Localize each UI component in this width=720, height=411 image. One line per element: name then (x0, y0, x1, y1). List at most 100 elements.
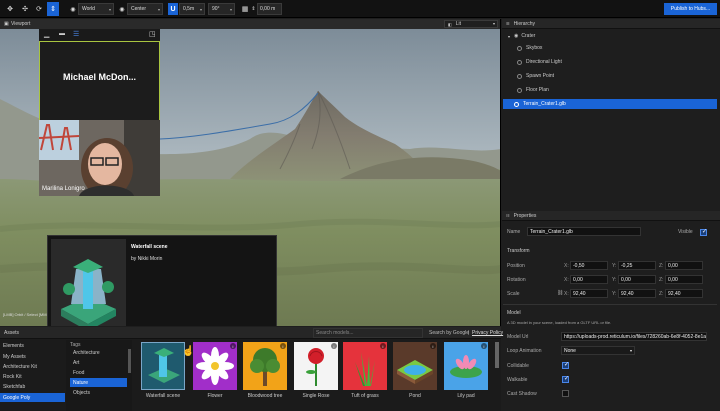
category-elements[interactable]: Elements (0, 341, 65, 350)
category-sketchfab[interactable]: Sketchfab (0, 382, 65, 391)
scene-icon: ◉ (514, 33, 519, 39)
snap-angle-select[interactable]: 90° ▾ (208, 3, 235, 15)
scale-z-input[interactable]: 92,40 (665, 289, 703, 298)
asset-label-bloodwood-tree: Bloodwood tree (247, 393, 283, 399)
cast-shadow-checkbox[interactable] (562, 390, 569, 397)
viewport-panel: ▣ Viewport ◧ Lit ▾ ▁ ▬ ☰ ◳ Michael McDon… (0, 19, 501, 326)
waterfall-icon (148, 348, 180, 383)
scale-y-input[interactable]: 92,40 (618, 289, 656, 298)
asset-flower[interactable]: i (193, 342, 237, 390)
loop-animation-select[interactable]: None ▾ (561, 346, 635, 355)
viewport-hint-text: [LMB] Orbit / Select [MMB] Pan [RMB] Fly (3, 312, 47, 317)
assets-scrollbar[interactable] (495, 342, 499, 368)
participant-video-marilina[interactable]: Marilina Lonigro (39, 120, 160, 196)
participant-tile-michael[interactable]: Michael McDon... (39, 41, 160, 121)
info-icon[interactable]: i (331, 343, 337, 349)
collidable-checkbox[interactable] (562, 361, 569, 369)
top-toolbar: ✥ ✣ ⟳ ⇕ ◉ World ▾ ◉ Center ▾ U 0,5m ▾ 90° ▾ … (0, 0, 720, 18)
tags-scrollbar[interactable] (128, 349, 131, 373)
asset-waterfall-scene[interactable] (141, 342, 185, 390)
info-icon[interactable]: i (230, 343, 236, 349)
minimize-icon[interactable]: ▁ (44, 30, 49, 38)
category-architecture-kit[interactable]: Architecture Kit (0, 362, 65, 371)
hierarchy-item-label: Skybox (526, 45, 543, 51)
position-x-input[interactable]: -0,50 (570, 261, 608, 270)
asset-tuft-of-grass[interactable]: i (343, 342, 387, 390)
viewport-icon: ▣ (4, 21, 9, 27)
collapse-icon[interactable]: ▾ (508, 34, 510, 39)
category-rock-kit[interactable]: Rock Kit (0, 372, 65, 381)
category-google-poly[interactable]: Google Poly (0, 393, 65, 402)
info-icon[interactable]: i (481, 343, 487, 349)
chevron-down-icon: ▾ (492, 21, 495, 26)
scale-label: Scale (507, 291, 520, 297)
pivot-select[interactable]: Center ▾ (127, 3, 163, 15)
snap-distance-select[interactable]: 0,5m ▾ (179, 3, 205, 15)
publish-button[interactable]: Publish to Hubs... (664, 3, 717, 15)
asset-bloodwood-tree[interactable]: i (243, 342, 287, 390)
assets-title: Assets (4, 329, 20, 336)
mouse-cursor-icon: ☝ (182, 346, 195, 357)
properties-icon: ☷ (506, 213, 510, 218)
transform-space-select[interactable]: World ▾ (78, 3, 114, 15)
node-icon (517, 87, 522, 93)
category-my-assets[interactable]: My Assets (0, 352, 65, 361)
properties-title: Properties (513, 212, 537, 219)
hierarchy-item-terrain[interactable]: Terrain_Crater1.glb (503, 99, 717, 109)
hierarchy-root[interactable]: ▾ ◉ Crater (503, 31, 717, 41)
grid-arrows-icon[interactable]: ⇕ (251, 2, 256, 16)
snap-distance-value: 0,5m (183, 6, 195, 12)
tile-view-icon[interactable]: ▬ (59, 31, 65, 37)
z-axis-label: Z: (659, 291, 664, 297)
asset-lily-pad[interactable]: i (444, 342, 488, 390)
chevron-down-icon: ▾ (157, 6, 160, 12)
hierarchy-item-spawn-point[interactable]: Spawn Point (503, 71, 717, 81)
hierarchy-item-label: Terrain_Crater1.glb (523, 101, 566, 107)
position-z-input[interactable]: 0,00 (665, 261, 703, 270)
render-mode-select[interactable]: ◧ Lit ▾ (444, 20, 498, 28)
asset-single-rose[interactable]: i (294, 342, 338, 390)
grid-icon[interactable]: ▦ (240, 2, 250, 16)
privacy-policy-link[interactable]: Privacy Policy (472, 330, 503, 336)
hierarchy-item-skybox[interactable]: Skybox (503, 43, 717, 53)
divider (503, 304, 717, 305)
asset-label-pond: Pond (409, 393, 421, 399)
model-url-input[interactable]: https://uploads-prod.reticulum.io/files/… (561, 332, 707, 341)
tag-nature[interactable]: Nature (70, 378, 127, 387)
visible-checkbox[interactable] (700, 228, 707, 236)
grid-height-field[interactable]: 0,00 m (257, 3, 282, 15)
tag-food[interactable]: Food (70, 368, 127, 377)
rotation-z-input[interactable]: 0,00 (665, 275, 703, 284)
info-icon[interactable]: i (430, 343, 436, 349)
hierarchy-item-directional-light[interactable]: Directional Light (503, 57, 717, 67)
tag-objects[interactable]: Objects (70, 388, 127, 397)
info-icon[interactable]: i (280, 343, 286, 349)
asset-search-input[interactable]: Search models... (313, 328, 423, 338)
x-axis-label: X: (564, 291, 569, 297)
speaker-view-icon[interactable]: ☰ (73, 30, 79, 38)
render-mode-icon: ◧ (448, 21, 452, 27)
scale-x-input[interactable]: 92,40 (570, 289, 608, 298)
window-icon[interactable]: ◳ (149, 30, 156, 38)
tag-architecture[interactable]: Architecture (70, 348, 127, 357)
hierarchy-item-floor-plan[interactable]: Floor Plan (503, 85, 717, 95)
viewport-header: ▣ Viewport ◧ Lit ▾ (0, 19, 500, 29)
walkable-checkbox[interactable] (562, 375, 569, 383)
hierarchy-title: Hierarchy (513, 20, 535, 27)
rotation-x-input[interactable]: 0,00 (570, 275, 608, 284)
scale-tool-icon[interactable]: ⇕ (47, 2, 59, 16)
position-y-input[interactable]: -0,25 (618, 261, 656, 270)
tag-art[interactable]: Art (70, 358, 127, 367)
translate-tool-icon[interactable]: ✣ (19, 2, 31, 16)
flower-icon (196, 347, 234, 385)
info-icon[interactable]: i (380, 343, 386, 349)
rotate-tool-icon[interactable]: ⟳ (33, 2, 45, 16)
name-input[interactable]: Terrain_Crater1.glb (527, 227, 641, 236)
move-tool-icon[interactable]: ✥ (4, 2, 16, 16)
snap-toggle-icon[interactable]: U (168, 3, 178, 15)
asset-pond[interactable]: i (393, 342, 437, 390)
z-axis-label: Z: (659, 277, 664, 283)
y-axis-label: Y: (612, 277, 617, 283)
rotation-y-input[interactable]: 0,00 (618, 275, 656, 284)
link-icon[interactable]: ⛓ (557, 290, 563, 296)
